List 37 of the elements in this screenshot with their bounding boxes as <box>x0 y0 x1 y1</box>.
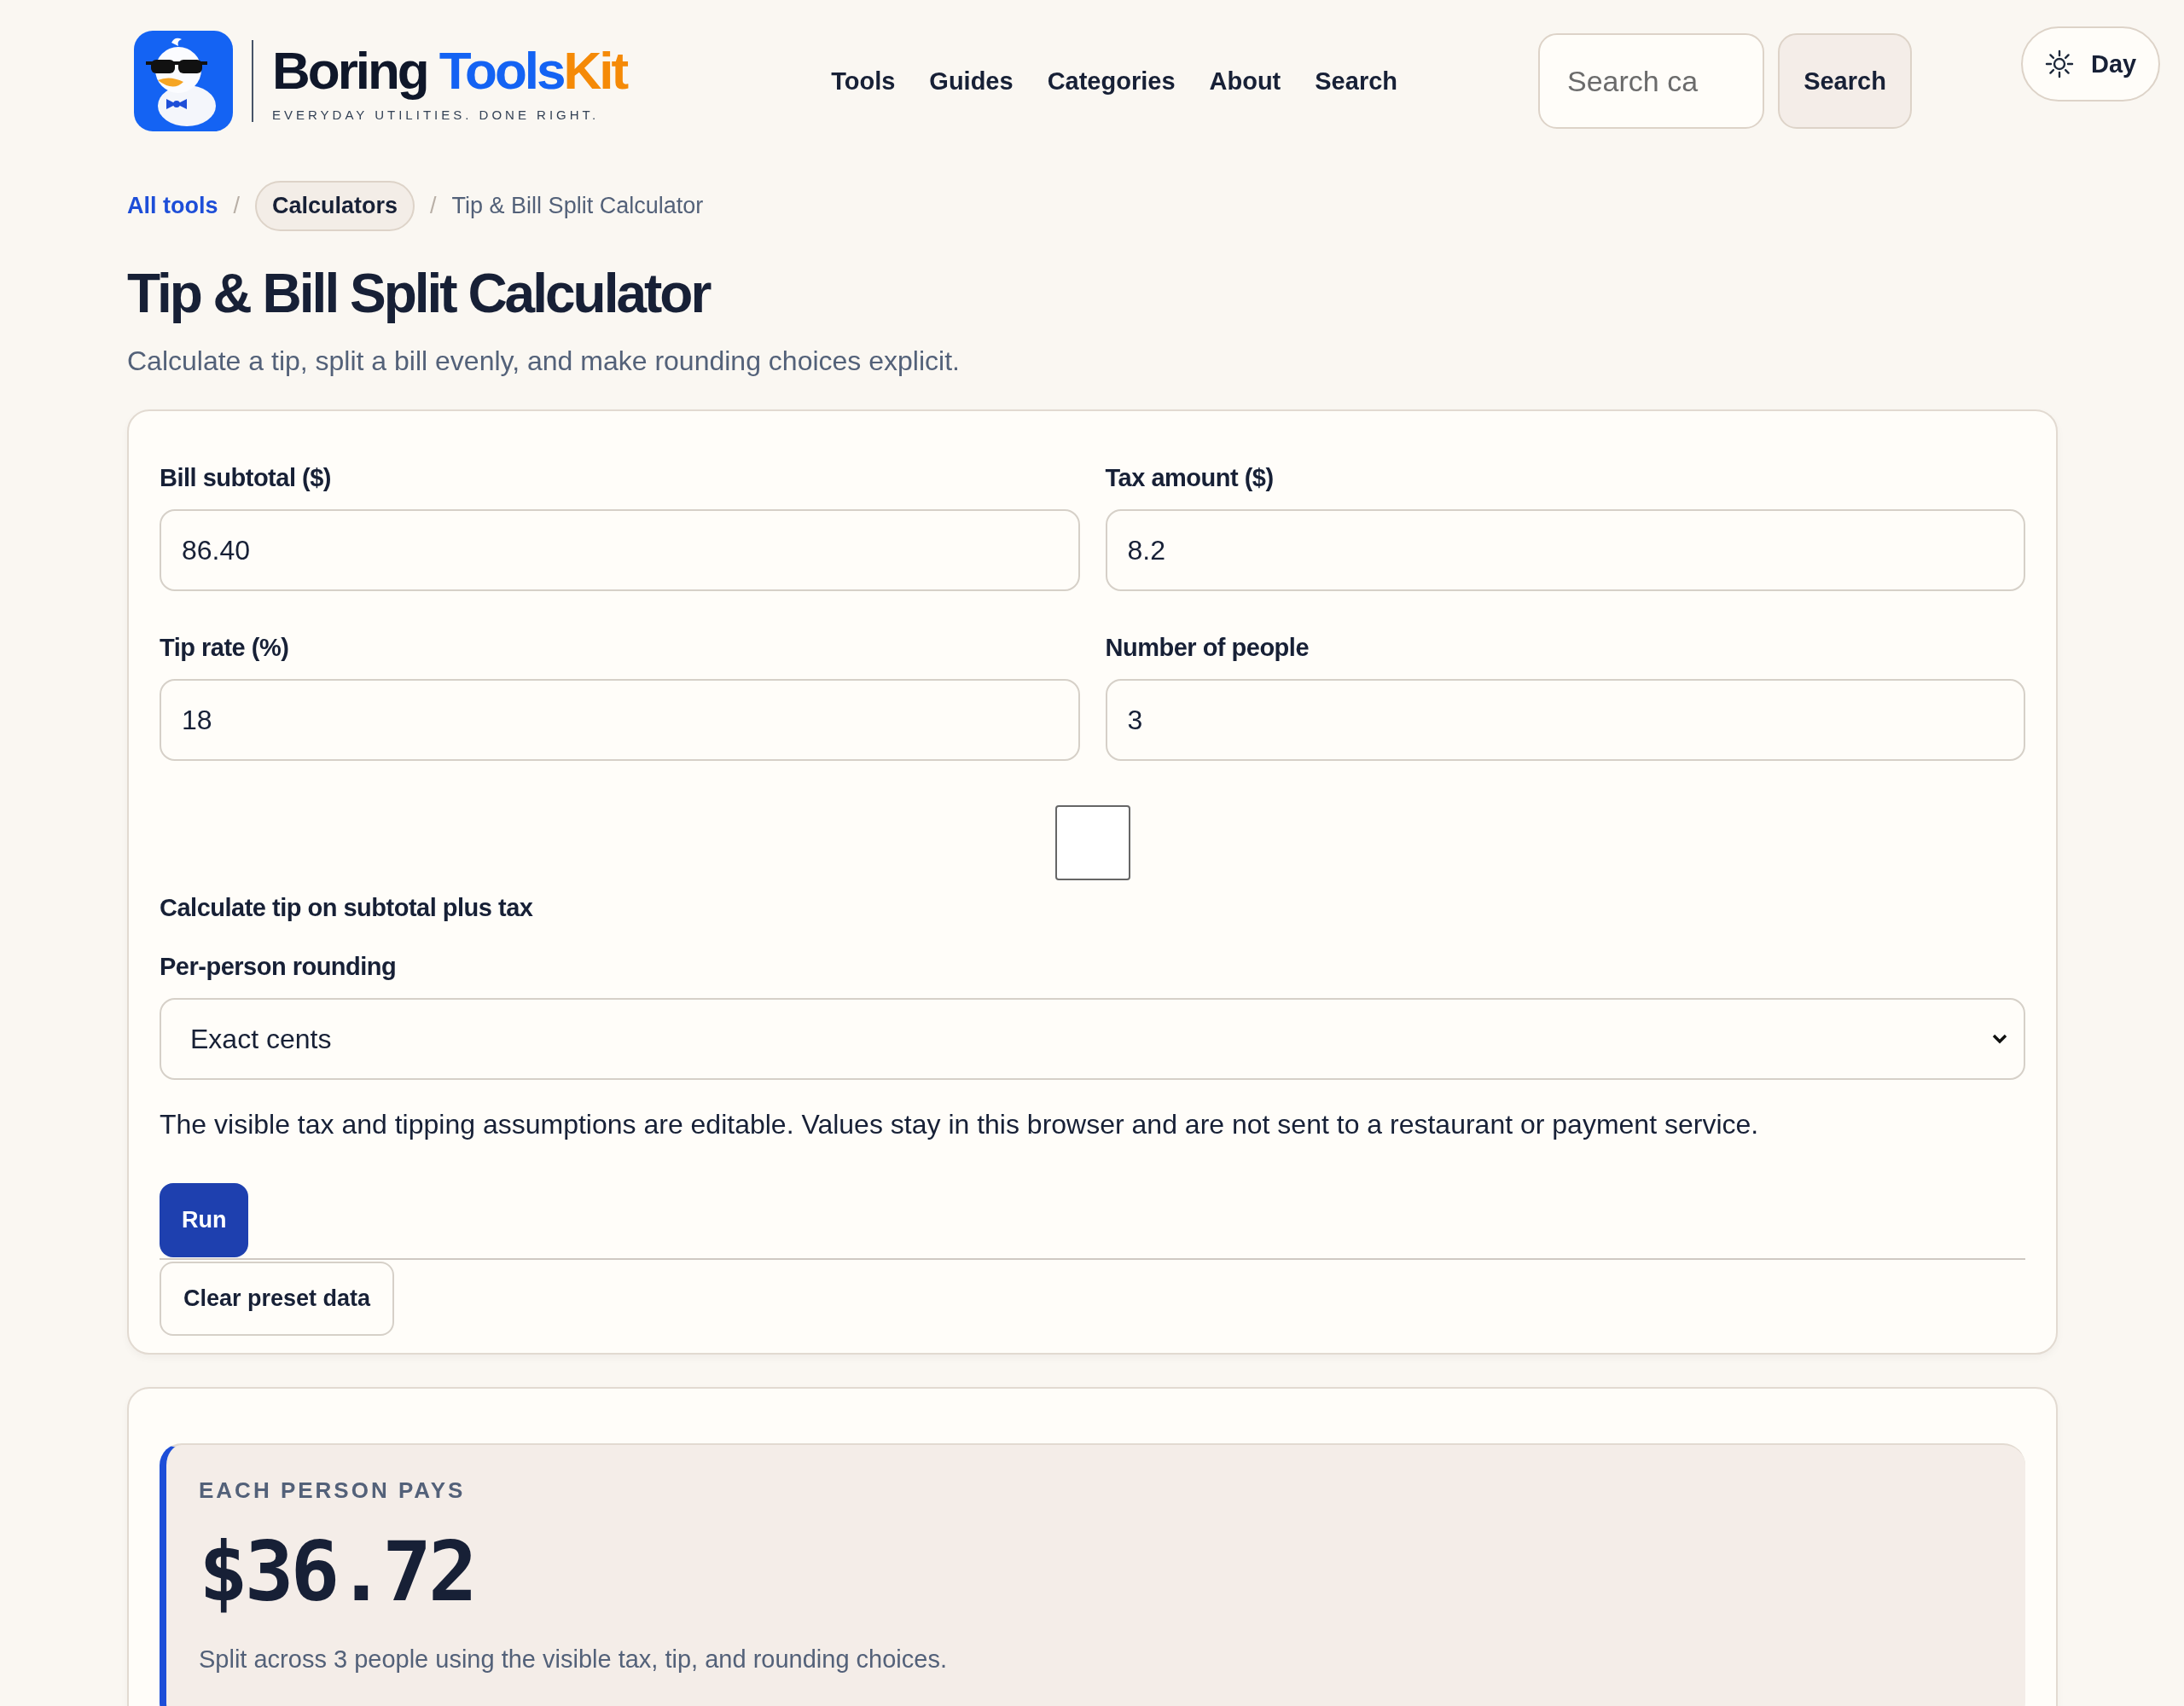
nav-link[interactable]: Categories <box>1047 67 1176 96</box>
input-field[interactable]: 3 <box>1105 679 2025 762</box>
breadcrumb-current: Tip & Bill Split Calculator <box>451 193 704 219</box>
nav-link[interactable]: Guides <box>929 67 1014 96</box>
checkbox[interactable] <box>1054 805 1130 881</box>
field-label: Number of people <box>1105 634 1310 663</box>
breadcrumb-separator: / <box>233 193 240 219</box>
input-field[interactable]: 86.40 <box>160 509 1080 592</box>
field-label: Tax amount ($) <box>1105 464 1275 493</box>
nav-link[interactable]: Search <box>1315 67 1397 96</box>
clear-button[interactable]: Clear preset data <box>160 1262 395 1337</box>
search-button[interactable]: Search <box>1778 33 1912 129</box>
nav-link[interactable]: Tools <box>831 67 896 96</box>
result-label: EACH PERSON PAYS <box>199 1477 467 1505</box>
theme-toggle-button[interactable]: Day <box>2021 26 2161 102</box>
page-subtitle: Calculate a tip, split a bill evenly, and make rounding choices explicit. <box>127 345 961 378</box>
brand-tagline: EVERYDAY UTILITIES. DONE RIGHT. <box>272 107 601 122</box>
duck-logo-icon[interactable] <box>134 31 233 131</box>
field-label: Tip rate (%) <box>160 634 290 663</box>
checkbox-label: Calculate tip on subtotal plus tax <box>160 894 534 923</box>
chevron-down-icon <box>1991 1033 2008 1046</box>
breadcrumb-separator: / <box>430 193 437 219</box>
page-title: Tip & Bill Split Calculator <box>127 264 711 324</box>
result-amount: $36.72 <box>199 1524 475 1621</box>
result-description: Split across 3 people using the visible tax, tip, and rounding choices. <box>199 1645 948 1674</box>
nav-link[interactable]: About <box>1209 67 1281 96</box>
privacy-note: The visible tax and tipping assumptions are editable. Values stay in this browser and are not sent to a restaurant or payment service. <box>160 1109 1760 1141</box>
rounding-select[interactable]: Exact cents <box>160 998 2025 1081</box>
breadcrumb-link[interactable]: Calculators <box>255 181 415 231</box>
field-label: Per-person rounding <box>160 953 398 982</box>
sun-icon <box>2045 49 2074 78</box>
run-button[interactable]: Run <box>160 1183 249 1258</box>
input-field[interactable]: 8.2 <box>1105 509 2025 592</box>
breadcrumb-link[interactable]: All tools <box>127 193 218 219</box>
field-label: Bill subtotal ($) <box>160 464 332 493</box>
input-field[interactable]: 18 <box>160 679 1080 762</box>
search-field[interactable]: Search ca <box>1538 33 1764 129</box>
